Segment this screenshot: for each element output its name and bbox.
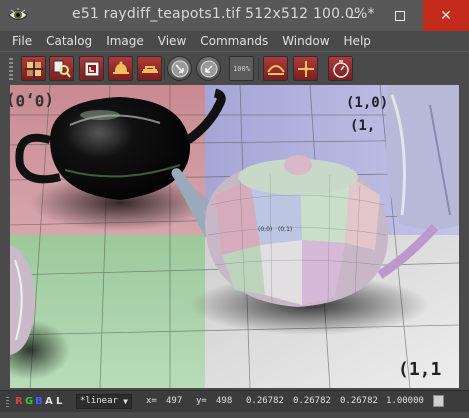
- crosshair-icon: [297, 60, 314, 77]
- bell-flat-button[interactable]: [137, 56, 162, 81]
- zoom-100-icon: 100%: [233, 64, 250, 73]
- statusbar-grip[interactable]: [6, 397, 9, 407]
- minimize-button[interactable]: [331, 0, 377, 31]
- channel-a-label: A: [45, 396, 53, 407]
- image-viewport[interactable]: (0,0) (1,0) (1, (1,1 (0,0) (0,1): [10, 85, 459, 388]
- teapot-label-b: (0,1): [278, 226, 292, 233]
- close-button[interactable]: ✕: [423, 0, 469, 31]
- zoom-in-button[interactable]: [167, 56, 192, 81]
- menu-help[interactable]: Help: [337, 34, 378, 48]
- channel-g-button[interactable]: G: [25, 396, 33, 407]
- menu-view[interactable]: View: [151, 34, 193, 48]
- menu-window[interactable]: Window: [275, 34, 336, 48]
- pixel-color-swatch: [433, 395, 444, 407]
- toolbar: 100%: [0, 51, 469, 84]
- toolbar-grip[interactable]: [9, 58, 13, 80]
- image-label-top-right-2: (1,: [350, 118, 375, 134]
- chrome-teapot: [385, 85, 459, 230]
- stopwatch-icon: [332, 59, 349, 78]
- y-label: y=: [196, 396, 207, 406]
- pixel-value-b: 0.26782: [340, 396, 378, 406]
- crosshair-button[interactable]: [293, 56, 318, 81]
- pixel-value-r: 0.26782: [246, 396, 284, 406]
- channel-l-label: L: [56, 396, 63, 407]
- image-label-bottom-right: (1,1: [398, 359, 441, 380]
- close-icon: ✕: [440, 7, 452, 24]
- menu-catalog[interactable]: Catalog: [39, 34, 99, 48]
- search-catalog-icon: [53, 60, 71, 78]
- channel-r-label: R: [15, 396, 23, 407]
- zoom-100-button[interactable]: 100%: [229, 56, 254, 81]
- toolbar-separator: [164, 58, 165, 80]
- search-catalog-button[interactable]: [49, 56, 74, 81]
- maximize-icon: [395, 10, 405, 21]
- rendered-image[interactable]: (0,0) (1,0) (1, (1,1 (0,0) (0,1): [10, 85, 459, 388]
- interpolation-value: *linear: [80, 396, 118, 406]
- catalog-grid-icon: [24, 59, 43, 78]
- toolbar-separator: [258, 58, 259, 80]
- image-frame-button[interactable]: [79, 56, 104, 81]
- image-label-top-right-1: (1,0): [346, 95, 388, 111]
- channel-l-button[interactable]: L: [56, 396, 62, 407]
- pixel-value-a: 1.00000: [386, 396, 424, 406]
- eye-icon[interactable]: [8, 6, 28, 24]
- channel-b-label: B: [35, 396, 43, 407]
- main-window: e51 raydiff_teapots1.tif 512x512 100.0%*…: [0, 0, 469, 418]
- zoom-out-icon: [200, 60, 217, 77]
- chevron-down-icon: ▼: [123, 397, 128, 406]
- menu-image[interactable]: Image: [99, 34, 151, 48]
- zoom-out-button[interactable]: [196, 56, 221, 81]
- ruler-arc-icon: [266, 64, 285, 75]
- catalog-button[interactable]: [21, 56, 46, 81]
- image-label-top-left: (0,0): [10, 91, 54, 110]
- title-bar[interactable]: e51 raydiff_teapots1.tif 512x512 100.0%*…: [0, 0, 469, 31]
- channel-a-button[interactable]: A: [45, 396, 53, 407]
- teapot-label-a: (0,0): [258, 226, 272, 233]
- y-value: 498: [216, 396, 233, 406]
- channel-g-label: G: [25, 396, 34, 407]
- stopwatch-button[interactable]: [328, 56, 353, 81]
- x-value: 497: [166, 396, 183, 406]
- zoom-in-icon: [171, 60, 188, 77]
- bell-icon: [112, 61, 129, 74]
- bell-flat-icon: [141, 65, 158, 73]
- channel-b-button[interactable]: B: [35, 396, 43, 407]
- menu-bar: File Catalog Image View Commands Window …: [0, 31, 469, 51]
- status-bar: R G B A L *linear ▼ x= 497 y= 498 0.2678…: [0, 390, 469, 412]
- channel-r-button[interactable]: R: [15, 396, 23, 407]
- menu-commands[interactable]: Commands: [193, 34, 275, 48]
- minimize-icon: [349, 17, 359, 18]
- x-label: x=: [146, 396, 157, 406]
- window-title: e51 raydiff_teapots1.tif 512x512 100.0%*: [72, 6, 375, 22]
- bell-button[interactable]: [108, 56, 133, 81]
- image-frame-icon: [84, 61, 99, 76]
- maximize-button[interactable]: [377, 0, 423, 31]
- interpolation-select[interactable]: *linear ▼: [76, 394, 132, 409]
- menu-file[interactable]: File: [0, 34, 39, 48]
- pixel-value-g: 0.26782: [293, 396, 331, 406]
- ruler-arc-button[interactable]: [263, 56, 288, 81]
